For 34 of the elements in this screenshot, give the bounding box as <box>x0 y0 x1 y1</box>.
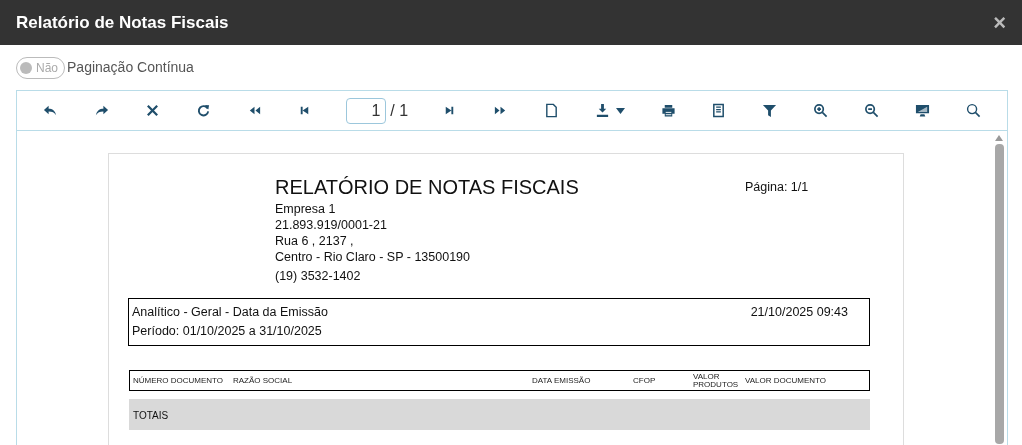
column-header: CFOP <box>633 376 657 385</box>
column-header: RAZÃO SOCIAL <box>233 376 294 385</box>
page-total: / 1 <box>390 100 409 121</box>
totals-label: TOTAIS <box>133 410 169 421</box>
monitor-icon <box>915 103 930 118</box>
refresh-icon <box>195 103 211 118</box>
zoom-out-icon <box>864 103 880 118</box>
caret-icon <box>615 107 625 114</box>
close-button[interactable]: × <box>993 11 1006 34</box>
column-header: VALOR PRODUTOS <box>693 372 740 389</box>
report-period: Período: 01/10/2025 a 31/10/2025 <box>132 323 323 340</box>
page-field[interactable]: 1 <box>346 97 387 124</box>
column-header: VALOR DOCUMENTO <box>745 376 828 385</box>
column-header: NÚMERO DOCUMENTO <box>133 376 225 385</box>
report-filter: Analítico - Geral - Data da Emissão <box>132 304 328 321</box>
company-line: Rua 6 , 2137 , <box>275 233 355 249</box>
report-title: RELATÓRIO DE NOTAS FISCAIS <box>275 175 580 200</box>
filter-icon <box>762 103 778 118</box>
close-icon <box>144 103 160 118</box>
search-icon <box>965 103 981 118</box>
page-number: Página: 1/1 <box>745 179 809 196</box>
report-timestamp: 21/10/2025 09:43 <box>750 304 848 321</box>
company-line: (19) 3532-1402 <box>275 268 362 284</box>
company-line: Centro - Rio Claro - SP - 13500190 <box>275 249 471 265</box>
company-line: Empresa 1 <box>275 201 337 217</box>
document-icon <box>543 103 559 118</box>
book-icon <box>711 103 727 118</box>
printer-icon <box>660 103 676 118</box>
toggle-label: Paginação Contínua <box>67 58 194 77</box>
download-icon <box>594 103 610 118</box>
column-header: DATA EMISSÃO <box>532 376 592 385</box>
company-line: 21.893.919/0001-21 <box>275 217 388 233</box>
window-title: Relatório de Notas Fiscais <box>16 11 229 34</box>
zoom-in-icon <box>813 103 829 118</box>
